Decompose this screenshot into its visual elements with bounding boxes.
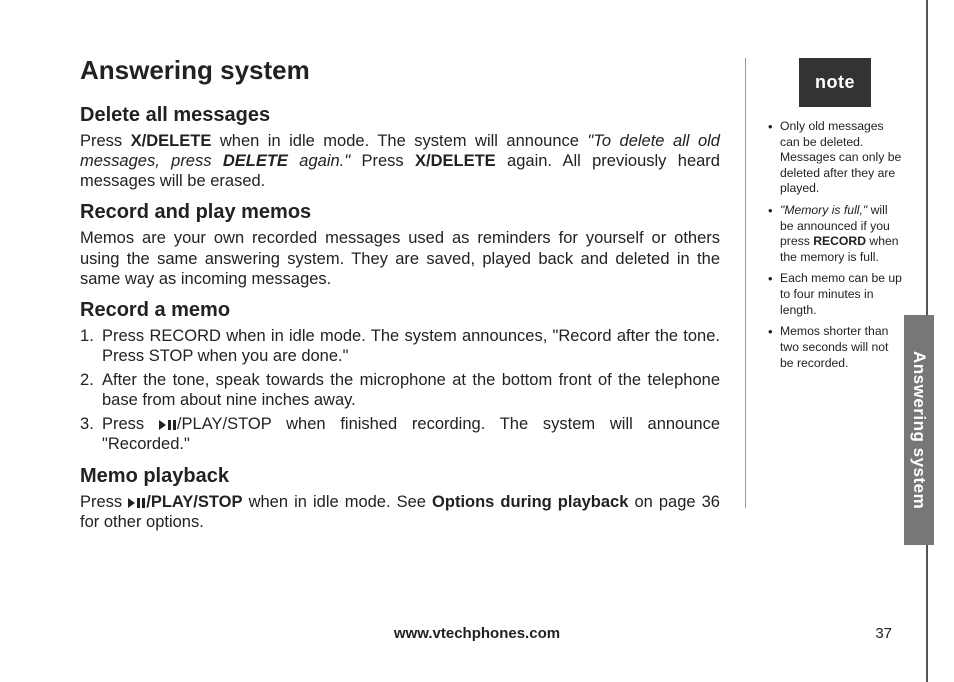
- heading-delete-all: Delete all messages: [80, 104, 720, 127]
- play-pause-icon: [159, 414, 177, 424]
- play-pause-icon: [128, 492, 146, 502]
- heading-record-play: Record and play memos: [80, 201, 720, 224]
- paragraph-memo-playback: Press /PLAY/STOP when in idle mode. See …: [80, 492, 720, 532]
- paragraph-record-play: Memos are your own recorded messages use…: [80, 228, 720, 288]
- list-item: Press /PLAY/STOP when finished recording…: [80, 414, 720, 454]
- page: Answering system Delete all messages Pre…: [0, 0, 954, 682]
- note-badge: note: [799, 58, 871, 107]
- note-item: "Memory is full," will be announced if y…: [768, 203, 902, 265]
- main-content: Answering system Delete all messages Pre…: [80, 55, 720, 540]
- page-title: Answering system: [80, 55, 720, 86]
- paragraph-delete: Press X/DELETE when in idle mode. The sy…: [80, 131, 720, 191]
- heading-memo-playback: Memo playback: [80, 465, 720, 488]
- section-tab: Answering system: [904, 315, 934, 545]
- note-item: Only old messages can be deleted. Messag…: [768, 119, 902, 197]
- note-item: Memos shorter than two seconds will not …: [768, 324, 902, 371]
- note-sidebar: note Only old messages can be deleted. M…: [768, 58, 902, 377]
- list-item: Press RECORD when in idle mode. The syst…: [80, 326, 720, 366]
- list-item: After the tone, speak towards the microp…: [80, 370, 720, 410]
- heading-record-memo: Record a memo: [80, 299, 720, 322]
- record-memo-steps: Press RECORD when in idle mode. The syst…: [80, 326, 720, 455]
- page-number: 37: [875, 625, 892, 642]
- footer-url: www.vtechphones.com: [0, 625, 954, 642]
- sidebar-divider: [745, 58, 746, 508]
- note-item: Each memo can be up to four minutes in l…: [768, 271, 902, 318]
- note-list: Only old messages can be deleted. Messag…: [768, 119, 902, 371]
